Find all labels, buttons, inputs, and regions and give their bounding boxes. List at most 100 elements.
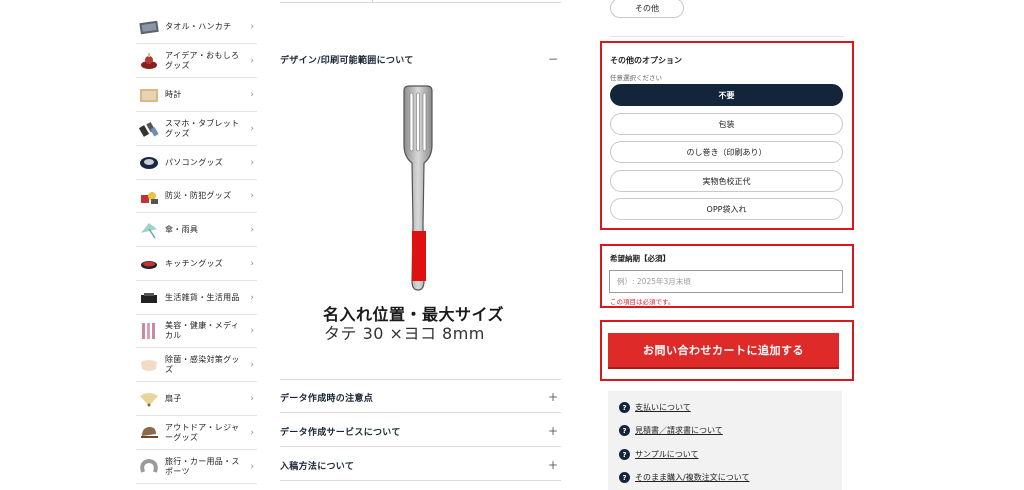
info-link-text: 見積書／請求書について <box>635 426 723 435</box>
add-to-inquiry-cart-button[interactable]: お問い合わせカートに追加する <box>608 333 839 367</box>
chevron-right-icon: › <box>250 360 254 370</box>
sidebar-item-label: 防災・防犯グッズ <box>165 191 232 200</box>
sidebar-item-label: 旅行・カー用品・スポーツ <box>165 457 240 476</box>
option-wrapping[interactable]: 包装 <box>610 113 843 135</box>
sidebar-item-beauty[interactable]: 美容・健康・メディカル › <box>136 315 257 348</box>
sidebar-item-label: 美容・健康・メディカル <box>165 321 240 340</box>
category-sidebar: タオル・ハンカチ › アイデア・おもしろグッズ › 時計 › スマホ・タブレット… <box>136 0 257 490</box>
delivery-date-label: 希望納期【必須】 <box>610 254 670 263</box>
sidebar-item-idea-goods[interactable]: アイデア・おもしろグッズ › <box>136 45 257 78</box>
accordion-submission[interactable]: 入稿方法について + <box>280 458 561 472</box>
cap-icon <box>138 423 160 443</box>
delivery-date-input[interactable] <box>609 270 843 293</box>
umbrella-icon <box>138 220 160 240</box>
chevron-right-icon: › <box>250 124 254 134</box>
info-link-text: サンプルについて <box>635 450 699 459</box>
collapse-icon: − <box>547 52 558 66</box>
delivery-error-message: この項目は必須です。 <box>610 298 675 306</box>
expand-icon: + <box>547 458 558 472</box>
print-max-size: タテ 30 ×ヨコ 8mm <box>324 324 485 343</box>
sidebar-item-label: 時計 <box>165 90 182 99</box>
chevron-right-icon: › <box>250 225 254 235</box>
expand-icon: + <box>547 390 558 404</box>
sidebar-item-umbrella[interactable]: 傘・雨具 › <box>136 214 257 247</box>
disaster-kit-icon <box>138 186 160 206</box>
beauty-icon <box>138 321 160 341</box>
chevron-right-icon: › <box>250 56 254 66</box>
accordion-title: データ作成時の注意点 <box>280 393 374 404</box>
tab-strip-border <box>280 0 561 3</box>
option-pill-other[interactable]: その他 <box>610 0 684 18</box>
sidebar-item-outdoor[interactable]: アウトドア・レジャーグッズ › <box>136 417 257 450</box>
chevron-right-icon: › <box>250 394 254 404</box>
sidebar-item-label: キッチングッズ <box>165 259 224 268</box>
sidebar-item-label: 扇子 <box>165 394 182 403</box>
accordion-design-area[interactable]: デザイン/印刷可能範囲について − <box>280 52 561 66</box>
sidebar-item-label: アイデア・おもしろグッズ <box>165 51 240 70</box>
towel-icon <box>138 17 160 37</box>
divider <box>610 36 844 37</box>
sidebar-item-travel[interactable]: 旅行・カー用品・スポーツ › <box>136 451 257 484</box>
neck-pillow-icon <box>138 457 160 477</box>
sidebar-item-clock[interactable]: 時計 › <box>136 79 257 112</box>
chevron-right-icon: › <box>250 326 254 336</box>
sidebar-item-smartphone[interactable]: スマホ・タブレットグッズ › <box>136 113 257 146</box>
mask-icon <box>138 355 160 375</box>
accordion-title: 入稿方法について <box>280 461 355 472</box>
chevron-right-icon: › <box>250 191 254 201</box>
household-icon <box>138 288 160 308</box>
sidebar-item-label: パソコングッズ <box>165 158 224 167</box>
divider <box>280 480 561 481</box>
fan-icon <box>138 389 160 409</box>
expand-icon: + <box>547 424 558 438</box>
options-subtitle: 任意選択ください <box>610 74 662 82</box>
sidebar-item-disaster[interactable]: 防災・防犯グッズ › <box>136 180 257 213</box>
question-icon: ? <box>619 402 630 413</box>
sidebar-item-kitchen[interactable]: キッチングッズ › <box>136 248 257 281</box>
chevron-right-icon: › <box>250 90 254 100</box>
chevron-right-icon: › <box>250 293 254 303</box>
divider <box>280 412 561 413</box>
info-link-bulk-order[interactable]: ? そのまま購入/複数注文について <box>619 472 749 483</box>
sidebar-item-pc[interactable]: パソコングッズ › <box>136 147 257 180</box>
question-icon: ? <box>619 449 630 460</box>
option-noshi[interactable]: のし巻き（印刷あり） <box>610 141 843 163</box>
option-none[interactable]: 不要 <box>610 84 843 106</box>
sidebar-item-sanitize[interactable]: 除菌・感染対策グッズ › <box>136 349 257 382</box>
question-icon: ? <box>619 425 630 436</box>
option-color-proof[interactable]: 実物色校正代 <box>610 170 843 192</box>
sidebar-item-label: 傘・雨具 <box>165 225 199 234</box>
sidebar-item-towel[interactable]: タオル・ハンカチ › <box>136 11 257 44</box>
chevron-right-icon: › <box>250 462 254 472</box>
chevron-right-icon: › <box>250 259 254 269</box>
idea-goods-icon <box>138 51 160 71</box>
info-link-sample[interactable]: ? サンプルについて <box>619 449 699 460</box>
accordion-data-service[interactable]: データ作成サービスについて + <box>280 424 561 438</box>
option-opp-bag[interactable]: OPP袋入れ <box>610 198 843 220</box>
info-link-text: 支払いについて <box>635 403 691 412</box>
chevron-right-icon: › <box>250 22 254 32</box>
chevron-right-icon: › <box>250 428 254 438</box>
info-link-text: そのまま購入/複数注文について <box>635 473 750 482</box>
clock-icon <box>138 85 160 105</box>
accordion-title: デザイン/印刷可能範囲について <box>280 55 414 66</box>
divider <box>280 379 561 380</box>
options-title: その他のオプション <box>610 56 682 65</box>
accordion-title: データ作成サービスについて <box>280 427 401 438</box>
sidebar-item-label: 除菌・感染対策グッズ <box>165 355 240 374</box>
info-link-quote[interactable]: ? 見積書／請求書について <box>619 425 723 436</box>
sidebar-item-label: 生活雑貨・生活用品 <box>165 293 240 302</box>
sidebar-item-fan[interactable]: 扇子 › <box>136 383 257 416</box>
mouse-icon <box>138 153 160 173</box>
accordion-data-notes[interactable]: データ作成時の注意点 + <box>280 390 561 404</box>
pan-icon <box>138 254 160 274</box>
smartphone-icon <box>138 119 160 139</box>
sidebar-item-label: タオル・ハンカチ <box>165 22 232 31</box>
product-print-area-image <box>400 85 436 299</box>
sidebar-item-label: スマホ・タブレットグッズ <box>165 119 240 138</box>
sidebar-item-label: アウトドア・レジャーグッズ <box>165 423 240 442</box>
sidebar-item-household[interactable]: 生活雑貨・生活用品 › <box>136 282 257 315</box>
divider <box>280 446 561 447</box>
info-link-payment[interactable]: ? 支払いについて <box>619 402 691 413</box>
chevron-right-icon: › <box>250 158 254 168</box>
